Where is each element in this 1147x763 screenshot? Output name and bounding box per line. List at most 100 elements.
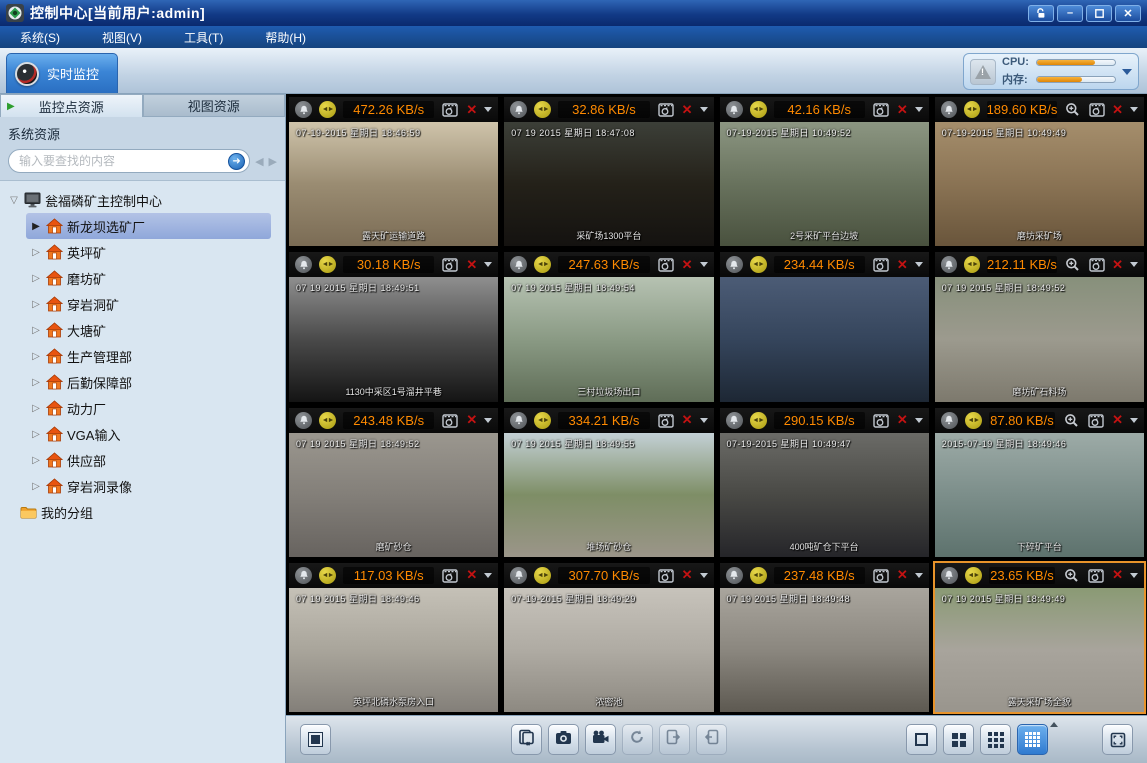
fullscreen-button[interactable] [1102,724,1133,755]
record-icon[interactable] [872,102,890,118]
video-frame[interactable]: 2015-07-19 星期日 18:49:46 下碎矿平台 [935,433,1144,557]
camera-tile-9[interactable]: ◄► 243.48 KB/s ✕ 07 19 2015 星期日 18:49:52… [287,406,500,559]
record-icon[interactable] [872,567,890,583]
search-go-icon[interactable]: ➜ [228,153,245,170]
alarm-bell-icon[interactable] [510,567,527,584]
chevron-down-icon[interactable] [700,573,708,578]
expand-chevron-icon[interactable]: ▷ [30,325,42,336]
search-prev-icon[interactable]: ◀ [255,155,263,168]
tree-item-新龙坝选矿厂[interactable]: ▶ 新龙坝选矿厂 [26,213,271,239]
close-all-video-button[interactable] [511,724,542,755]
tree-item-穿岩洞录像[interactable]: ▷ 穿岩洞录像 [26,473,271,499]
video-frame[interactable]: 07-19-2015 星期日 10:49:52 2号采矿平台边坡 [720,122,929,246]
close-video-icon[interactable]: ✕ [1112,567,1123,583]
expand-chevron-icon[interactable]: ▷ [30,273,42,284]
chevron-down-icon[interactable] [1130,573,1138,578]
minimize-button[interactable]: – [1057,5,1083,22]
ptz-control-icon[interactable]: ◄► [750,256,767,273]
alarm-bell-icon[interactable] [941,412,958,429]
alarm-bell-icon[interactable] [510,412,527,429]
alarm-bell-icon[interactable] [726,101,743,118]
system-status-panel[interactable]: CPU: 内存: [963,53,1139,90]
alarm-bell-icon[interactable] [941,567,958,584]
ptz-control-icon[interactable]: ◄► [964,256,980,273]
tree-item-VGA输入[interactable]: ▷ VGA输入 [26,421,271,447]
camera-tile-4[interactable]: ◄► 189.60 KB/s ✕ 07-19-2015 星期日 10:49:49… [933,95,1146,248]
close-video-icon[interactable]: ✕ [1112,257,1123,273]
chevron-down-icon[interactable] [484,573,492,578]
close-video-icon[interactable]: ✕ [682,412,693,428]
chevron-down-icon[interactable] [484,262,492,267]
close-video-icon[interactable]: ✕ [897,257,908,273]
camera-tile-7[interactable]: ◄► 234.44 KB/s ✕ [718,250,931,403]
tree-item-磨坊矿[interactable]: ▷ 磨坊矿 [26,265,271,291]
camera-tile-1[interactable]: ◄► 472.26 KB/s ✕ 07-19-2015 星期日 18:46:59… [287,95,500,248]
camera-tile-8[interactable]: ◄► 212.11 KB/s ✕ 07 19 2015 星期日 18:49:52… [933,250,1146,403]
menu-system[interactable]: 系统(S) [14,27,66,48]
tree-item-生产管理部[interactable]: ▷ 生产管理部 [26,343,271,369]
record-icon[interactable] [872,412,890,428]
tab-live-monitor[interactable]: 实时监控 [6,53,118,93]
video-frame[interactable]: 07-19-2015 星期日 10:49:49 磨坊采矿场 [935,122,1144,246]
record-icon[interactable] [872,257,890,273]
digital-zoom-icon[interactable] [1062,412,1080,428]
tree-item-动力厂[interactable]: ▷ 动力厂 [26,395,271,421]
alarm-bell-icon[interactable] [295,256,312,273]
close-video-icon[interactable]: ✕ [897,412,908,428]
tree-root-node[interactable]: ▽ 瓮福磷矿主控制中心 [0,187,285,213]
record-icon[interactable] [441,102,459,118]
video-frame[interactable]: 07 19 2015 星期日 18:49:49 露天采矿场全貌 [935,588,1144,712]
video-frame[interactable]: 07 19 2015 星期日 18:49:55 堆场矿砂仓 [504,433,713,557]
expand-chevron-icon[interactable]: ▷ [30,247,42,258]
record-icon[interactable] [1088,257,1105,273]
alarm-bell-icon[interactable] [295,101,312,118]
video-frame[interactable]: 07 19 2015 星期日 18:49:46 英坪北磷水泵房入口 [289,588,498,712]
ptz-control-icon[interactable]: ◄► [965,412,982,429]
digital-zoom-icon[interactable] [1064,257,1081,273]
alarm-bell-icon[interactable] [726,256,743,273]
camera-tile-13[interactable]: ◄► 117.03 KB/s ✕ 07 19 2015 星期日 18:49:46… [287,561,500,714]
close-video-icon[interactable]: ✕ [1112,412,1123,428]
camera-tile-12[interactable]: ◄► 87.80 KB/s ✕ 2015-07-19 星期日 18:49:46 … [933,406,1146,559]
close-video-icon[interactable]: ✕ [682,102,693,118]
page-next-button[interactable] [696,724,727,755]
record-icon[interactable] [441,257,459,273]
chevron-down-icon[interactable] [1130,262,1138,267]
chevron-down-icon[interactable] [700,262,708,267]
ptz-control-icon[interactable]: ◄► [319,256,336,273]
collapse-expander-icon[interactable]: ▽ [8,195,20,206]
tree-item-my-groups[interactable]: 我的分组 [0,499,285,525]
camera-tile-16[interactable]: ◄► 23.65 KB/s ✕ 07 19 2015 星期日 18:49:49 … [933,561,1146,714]
expand-chevron-icon[interactable]: ▷ [30,403,42,414]
layout-16-button[interactable] [1017,724,1048,755]
expand-chevron-icon[interactable]: ▶ [30,221,42,232]
ptz-control-icon[interactable]: ◄► [965,567,982,584]
alarm-bell-icon[interactable] [510,256,527,273]
alarm-bell-icon[interactable] [941,256,957,273]
expand-chevron-icon[interactable]: ▷ [30,377,42,388]
alarm-bell-icon[interactable] [295,412,312,429]
menu-tools[interactable]: 工具(T) [178,27,229,48]
snapshot-button[interactable] [548,724,579,755]
ptz-control-icon[interactable]: ◄► [534,412,551,429]
video-frame[interactable]: 07 19 2015 星期日 18:49:51 1130中采区1号溜井平巷 [289,277,498,401]
maximize-button[interactable] [1086,5,1112,22]
camera-tile-5[interactable]: ◄► 30.18 KB/s ✕ 07 19 2015 星期日 18:49:51 … [287,250,500,403]
chevron-down-icon[interactable] [1130,418,1138,423]
tab-view-resources[interactable]: 视图资源 [143,94,286,117]
record-icon[interactable] [657,567,675,583]
stop-square-icon[interactable] [300,724,331,755]
video-frame[interactable]: 07 19 2015 星期日 18:49:54 三村垃圾场出口 [504,277,713,401]
close-video-icon[interactable]: ✕ [466,102,477,118]
chevron-down-icon[interactable] [484,107,492,112]
camera-tile-3[interactable]: ◄► 42.16 KB/s ✕ 07-19-2015 星期日 10:49:52 … [718,95,931,248]
expand-chevron-icon[interactable]: ▷ [30,351,42,362]
chevron-down-icon[interactable] [1130,107,1138,112]
ptz-control-icon[interactable]: ◄► [534,101,551,118]
ptz-control-icon[interactable]: ◄► [534,256,551,273]
alarm-bell-icon[interactable] [726,412,743,429]
camera-tile-10[interactable]: ◄► 334.21 KB/s ✕ 07 19 2015 星期日 18:49:55… [502,406,715,559]
tree-item-穿岩洞矿[interactable]: ▷ 穿岩洞矿 [26,291,271,317]
record-icon[interactable] [441,412,459,428]
alarm-bell-icon[interactable] [295,567,312,584]
